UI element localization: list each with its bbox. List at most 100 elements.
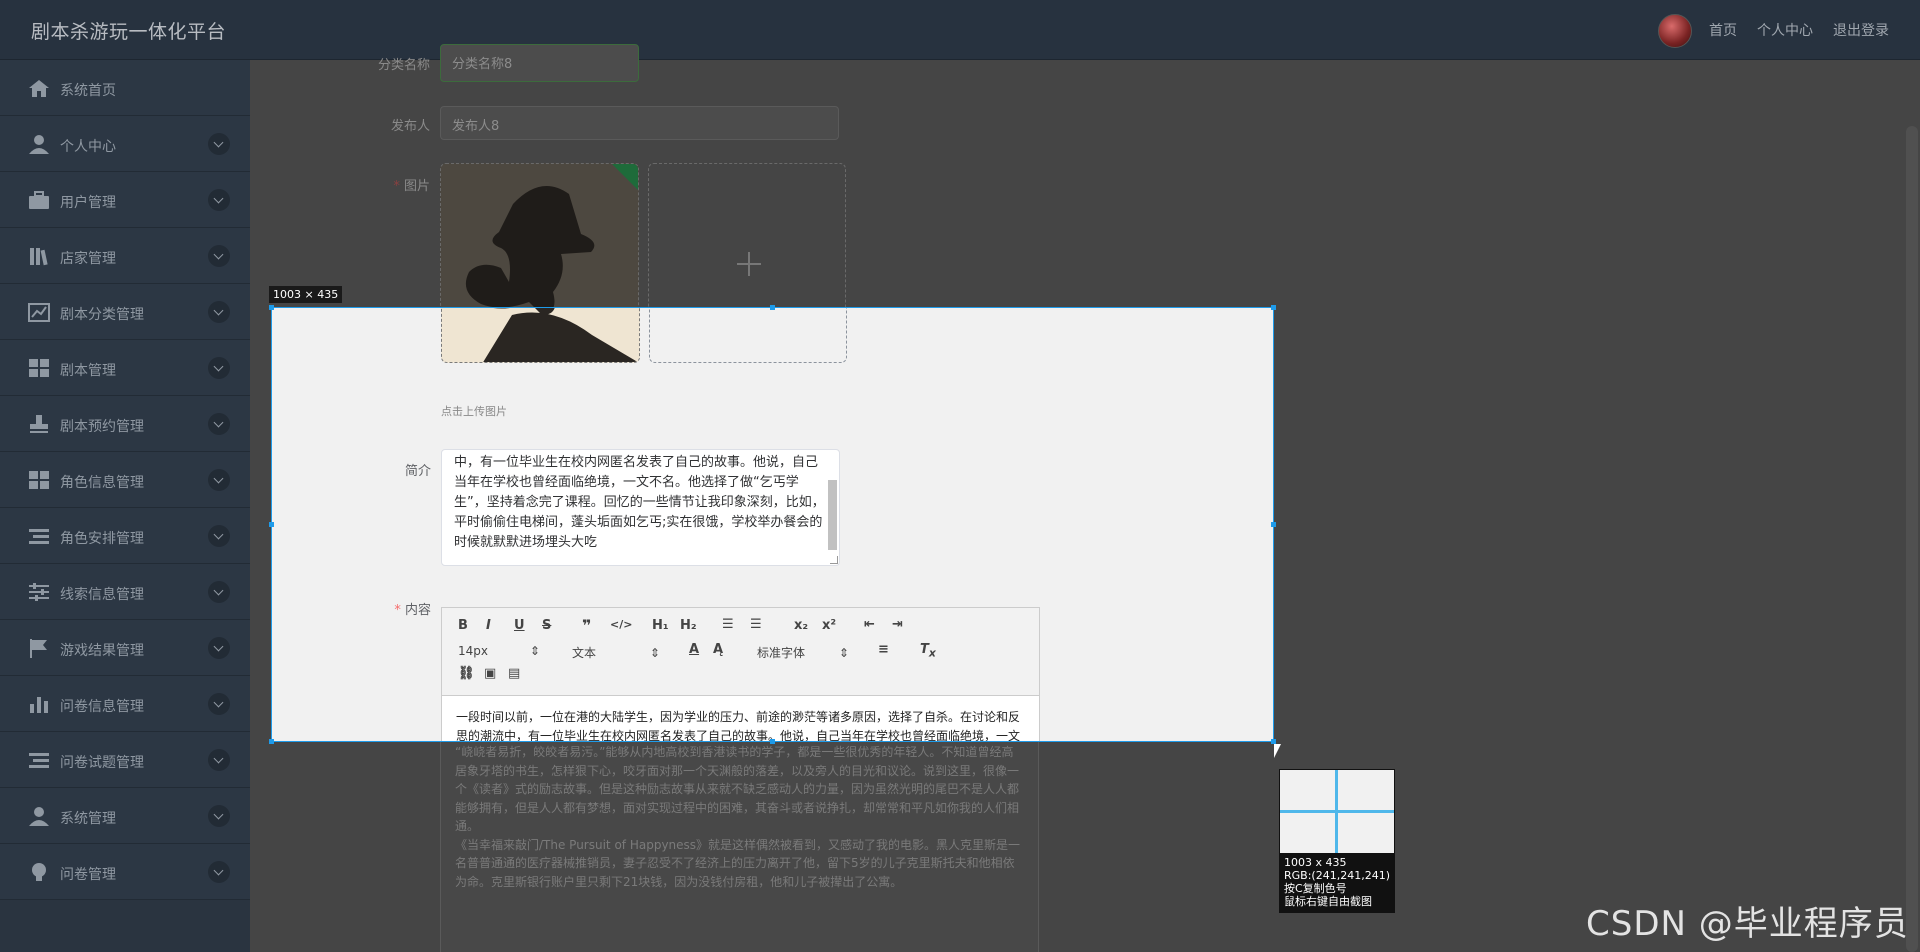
sidebar-item[interactable]: 问卷信息管理 xyxy=(0,676,250,732)
sidebar-item[interactable]: 问卷试题管理 xyxy=(0,732,250,788)
chevron-down-icon[interactable] xyxy=(208,861,230,883)
strikethrough-icon[interactable]: S xyxy=(542,618,551,633)
video-icon[interactable]: ▤ xyxy=(508,666,520,681)
superscript-icon[interactable]: x² xyxy=(822,618,836,633)
sidebar-item[interactable]: 游戏结果管理 xyxy=(0,620,250,676)
sliders-icon xyxy=(27,581,51,603)
upload-success-badge xyxy=(612,164,638,190)
top-bar: 剧本杀游玩一体化平台 首页 个人中心 退出登录 xyxy=(0,0,1920,60)
sidebar-item-label: 线索信息管理 xyxy=(60,587,144,603)
font-family-select[interactable]: 标准字体 ⇕ xyxy=(757,644,849,661)
trend-chart-icon xyxy=(27,301,51,323)
app-title: 剧本杀游玩一体化平台 xyxy=(31,21,227,43)
image-icon[interactable]: ▣ xyxy=(484,666,496,681)
chevron-down-icon[interactable] xyxy=(208,637,230,659)
resize-handle[interactable] xyxy=(269,739,274,744)
intro-textarea[interactable]: 中，有一位毕业生在校内网匿名发表了自己的故事。他说，自己当年在学校也曾经面临绝境… xyxy=(441,449,840,566)
align-icon[interactable]: ≡ xyxy=(878,642,889,657)
chevron-down-icon[interactable] xyxy=(208,133,230,155)
bullet-list-icon[interactable]: ☰ xyxy=(750,617,762,632)
capture-magnifier: 1003 x 435 RGB:(241,241,241) 按C复制色号 鼠标右键… xyxy=(1279,769,1395,913)
editor-content[interactable]: 一段时间以前，一位在港的大陆学生，因为学业的压力、前途的渺茫等诸多原因，选择了自… xyxy=(456,708,1026,742)
ordered-list-icon[interactable]: ☰ xyxy=(722,617,734,632)
chevron-down-icon[interactable] xyxy=(208,413,230,435)
intro-label: 简介 xyxy=(404,464,431,479)
heading2-icon[interactable]: H₂ xyxy=(680,618,697,633)
resize-handle[interactable] xyxy=(1271,305,1276,310)
sidebar-item[interactable]: 剧本管理 xyxy=(0,340,250,396)
resize-handle[interactable] xyxy=(770,305,775,310)
code-block-icon[interactable]: </> xyxy=(610,618,632,631)
link-icon[interactable]: ⛓ xyxy=(458,666,475,681)
editor-paragraph: 一段时间以前，一位在港的大陆学生，因为学业的压力、前途的渺茫等诸多原因，选择了自… xyxy=(456,710,1021,742)
publisher-input[interactable]: 发布人8 xyxy=(440,106,839,140)
chevron-down-icon[interactable] xyxy=(208,805,230,827)
sidebar-item[interactable]: 系统管理 xyxy=(0,788,250,844)
chevron-down-icon[interactable] xyxy=(208,693,230,715)
sidebar-item-label: 剧本分类管理 xyxy=(60,307,144,323)
selection-size-tag: 1003 × 435 xyxy=(269,286,343,303)
background-color-icon[interactable]: Ą xyxy=(713,642,723,657)
chevron-down-icon[interactable] xyxy=(208,245,230,267)
select-arrow-icon: ⇕ xyxy=(838,646,849,660)
intro-text: 中，有一位毕业生在校内网匿名发表了自己的故事。他说，自己当年在学校也曾经面临绝境… xyxy=(454,455,825,550)
indent-icon[interactable]: ⇥ xyxy=(892,617,903,632)
sidebar-item[interactable]: 剧本预约管理 xyxy=(0,396,250,452)
sidebar-item-label: 游戏结果管理 xyxy=(60,643,144,659)
detective-silhouette-image xyxy=(442,308,639,362)
resize-handle[interactable] xyxy=(269,522,274,527)
watermark: CSDN @毕业程序员 xyxy=(1586,904,1909,944)
magnifier-size: 1003 x 435 xyxy=(1284,856,1347,869)
underline-icon[interactable]: U xyxy=(514,618,525,633)
editor-content-dimmed: 一段时间以前，一位在港的大陆学生，因为学业的压力、前途的渺茫等诸多原因，选择了自… xyxy=(440,742,1039,952)
resize-handle[interactable] xyxy=(269,305,274,310)
intro-scrollbar[interactable] xyxy=(828,480,837,550)
clear-format-icon[interactable]: Tx xyxy=(920,642,936,660)
blockquote-icon[interactable]: ❞ xyxy=(582,616,591,635)
crosshair-vertical xyxy=(1335,770,1338,853)
outdent-icon[interactable]: ⇤ xyxy=(864,617,875,632)
screenshot-selection-region[interactable]: 点击上传图片 简介 中，有一位毕业生在校内网匿名发表了自己的故事。他说，自己当年… xyxy=(271,307,1274,742)
sidebar-item[interactable]: 店家管理 xyxy=(0,228,250,284)
flag-icon xyxy=(27,637,51,659)
sidebar-item[interactable]: 问卷管理 xyxy=(0,844,250,900)
header-logout-link[interactable]: 退出登录 xyxy=(1833,20,1889,40)
image-label: * 图片 xyxy=(393,179,430,194)
chevron-down-icon[interactable] xyxy=(208,301,230,323)
rich-text-editor[interactable]: B I U S ❞ </> H₁ H₂ ☰ ☰ x₂ x² ⇤ ⇥ 14px ⇕… xyxy=(441,607,1040,742)
list-icon xyxy=(27,525,51,547)
chevron-down-icon[interactable] xyxy=(208,581,230,603)
avatar[interactable] xyxy=(1658,14,1692,48)
resize-handle[interactable] xyxy=(1271,522,1276,527)
sidebar-item[interactable]: 用户管理 xyxy=(0,172,250,228)
text-style-select[interactable]: 文本 ⇕ xyxy=(572,644,660,661)
resize-handle-icon[interactable] xyxy=(830,556,838,564)
select-arrow-icon: ⇕ xyxy=(529,644,540,658)
mouse-cursor-icon xyxy=(1274,744,1281,758)
header-user-center-link[interactable]: 个人中心 xyxy=(1757,20,1813,40)
sidebar-item[interactable]: 角色安排管理 xyxy=(0,508,250,564)
heading1-icon[interactable]: H₁ xyxy=(652,618,669,633)
font-size-select[interactable]: 14px ⇕ xyxy=(458,644,540,658)
header-home-link[interactable]: 首页 xyxy=(1709,20,1737,40)
sidebar-item[interactable]: 角色信息管理 xyxy=(0,452,250,508)
sidebar: 系统首页 个人中心 用户管理 店家管理剧本分类管理剧本管理 剧本预约管理 角色信息管理 角色… xyxy=(0,60,250,952)
subscript-icon[interactable]: x₂ xyxy=(794,618,808,633)
bold-icon[interactable]: B xyxy=(458,618,468,633)
sidebar-item[interactable]: 系统首页 xyxy=(0,60,250,116)
sidebar-item[interactable]: 线索信息管理 xyxy=(0,564,250,620)
resize-handle[interactable] xyxy=(770,739,775,744)
chevron-down-icon[interactable] xyxy=(208,749,230,771)
page-scrollbar[interactable] xyxy=(1906,126,1918,952)
chevron-down-icon[interactable] xyxy=(208,525,230,547)
chevron-down-icon[interactable] xyxy=(208,469,230,491)
chevron-down-icon[interactable] xyxy=(208,357,230,379)
bulb-icon xyxy=(27,861,51,883)
sidebar-item[interactable]: 剧本分类管理 xyxy=(0,284,250,340)
chevron-down-icon[interactable] xyxy=(208,189,230,211)
magnifier-rgb: RGB:(241,241,241) xyxy=(1284,869,1390,882)
font-color-icon[interactable]: A xyxy=(689,642,699,657)
italic-icon[interactable]: I xyxy=(486,618,491,633)
sidebar-item[interactable]: 个人中心 xyxy=(0,116,250,172)
category-input[interactable]: 分类名称8 xyxy=(440,44,639,82)
